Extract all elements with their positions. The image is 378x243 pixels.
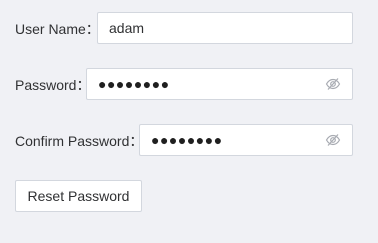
username-label: User Name：: [15, 20, 100, 37]
password-mask: ●●●●●●●●: [98, 76, 170, 92]
username-field[interactable]: adam: [97, 12, 353, 44]
password-row: Password：: [15, 68, 90, 101]
confirm-password-mask: ●●●●●●●●: [151, 132, 223, 148]
confirm-password-field[interactable]: ●●●●●●●●: [139, 124, 353, 156]
username-value: adam: [109, 20, 145, 36]
reset-password-button[interactable]: Reset Password: [15, 180, 142, 212]
username-row: User Name：: [15, 12, 100, 45]
confirm-password-label: Confirm Password：: [15, 132, 144, 149]
eye-off-icon[interactable]: [325, 132, 341, 148]
eye-off-icon[interactable]: [325, 76, 341, 92]
password-label: Password：: [15, 76, 91, 93]
password-field[interactable]: ●●●●●●●●: [86, 68, 353, 100]
confirm-password-row: Confirm Password：: [15, 124, 143, 157]
